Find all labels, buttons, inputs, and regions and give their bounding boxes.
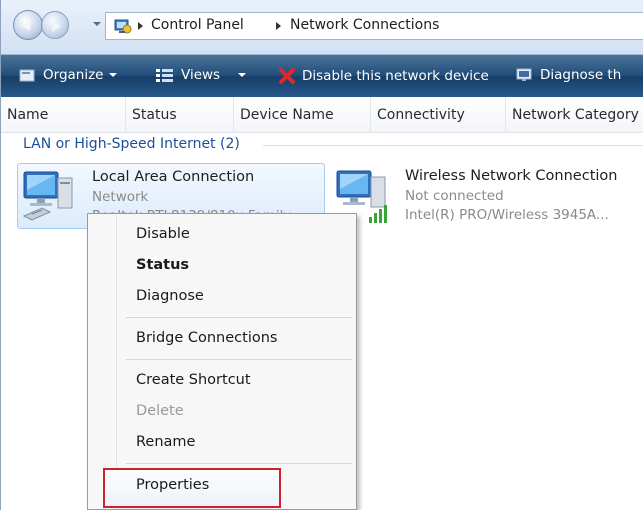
- network-connections-window: Control Panel Network Connections Organi…: [0, 0, 643, 510]
- forward-button[interactable]: [41, 11, 69, 39]
- menu-item-bridge-connections[interactable]: Bridge Connections: [136, 330, 277, 346]
- network-computer-icon: [22, 171, 73, 221]
- disable-network-device-label: Disable this network device: [302, 68, 489, 84]
- group-divider: [263, 145, 643, 146]
- chevron-down-icon: [109, 73, 118, 77]
- breadcrumb-separator-icon[interactable]: [276, 22, 281, 30]
- back-button[interactable]: [13, 10, 43, 40]
- column-header-device-name[interactable]: Device Name: [234, 97, 371, 133]
- menu-item-create-shortcut[interactable]: Create Shortcut: [136, 372, 251, 388]
- menu-item-rename[interactable]: Rename: [136, 434, 195, 450]
- column-header-name[interactable]: Name: [1, 97, 126, 133]
- address-box[interactable]: Control Panel Network Connections: [105, 12, 643, 40]
- menu-separator: [126, 359, 352, 360]
- menu-item-delete: Delete: [136, 403, 184, 419]
- column-header-connectivity[interactable]: Connectivity: [371, 97, 506, 133]
- disable-network-device-button[interactable]: Disable this network device: [278, 67, 489, 87]
- connection-status: Not connected: [405, 188, 504, 204]
- organize-button[interactable]: Organize: [19, 67, 118, 87]
- address-bar-area: Control Panel Network Connections: [1, 0, 643, 54]
- back-arrow-icon: [21, 19, 30, 31]
- control-panel-icon: [114, 19, 132, 34]
- column-header-network-category[interactable]: Network Category: [506, 97, 643, 133]
- menu-separator: [126, 463, 352, 464]
- menu-gutter: [116, 216, 117, 507]
- organize-icon: [19, 69, 35, 82]
- menu-item-status[interactable]: Status: [136, 257, 189, 273]
- connection-device: Intel(R) PRO/Wireless 3945A...: [405, 207, 609, 223]
- group-header[interactable]: LAN or High-Speed Internet (2): [23, 136, 240, 152]
- menu-item-disable[interactable]: Disable: [136, 226, 190, 242]
- diagnose-icon: [516, 68, 532, 81]
- views-label: Views: [181, 67, 221, 83]
- breadcrumb-control-panel[interactable]: Control Panel: [151, 17, 244, 33]
- diagnose-label: Diagnose th: [540, 67, 622, 83]
- column-headers: Name Status Device Name Connectivity Net…: [1, 97, 643, 133]
- wireless-network-connection-item[interactable]: Wireless Network Connection Not connecte…: [331, 163, 643, 229]
- menu-item-diagnose[interactable]: Diagnose: [136, 288, 204, 304]
- organize-label: Organize: [43, 67, 104, 83]
- menu-separator: [126, 317, 352, 318]
- recent-pages-dropdown-icon[interactable]: [93, 22, 101, 26]
- diagnose-button[interactable]: Diagnose th: [516, 67, 621, 87]
- connection-name: Local Area Connection: [92, 169, 255, 185]
- connection-status: Network: [92, 189, 149, 205]
- menu-item-properties[interactable]: Properties: [136, 477, 209, 493]
- breadcrumb-separator-icon[interactable]: [138, 22, 143, 30]
- views-button[interactable]: Views: [155, 67, 247, 87]
- context-menu: Disable Status Diagnose Bridge Connectio…: [87, 213, 357, 510]
- column-header-status[interactable]: Status: [126, 97, 234, 133]
- chevron-down-icon: [238, 73, 247, 77]
- connection-name: Wireless Network Connection: [405, 168, 618, 184]
- command-toolbar: Organize Views Disable this network devi…: [1, 54, 643, 97]
- views-icon: [156, 69, 173, 82]
- forward-arrow-icon: [52, 20, 61, 32]
- disable-x-icon: [279, 68, 295, 84]
- breadcrumb-network-connections[interactable]: Network Connections: [290, 17, 439, 33]
